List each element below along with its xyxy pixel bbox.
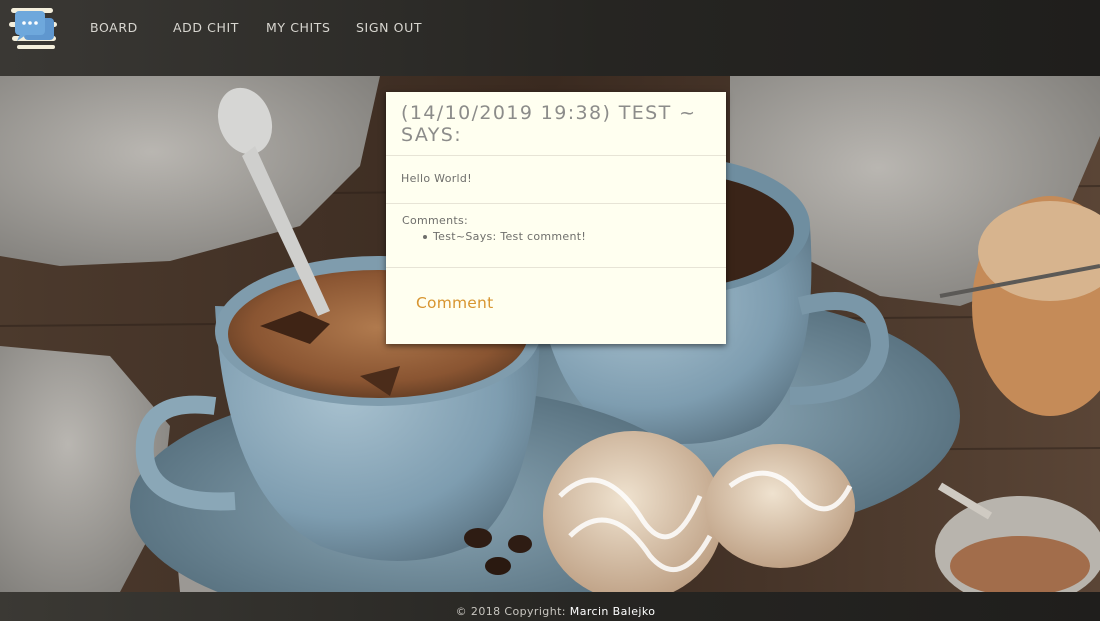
- page: BOARD ADD CHIT MY CHITS SIGN OUT (14/10/…: [0, 0, 1100, 621]
- comment-button[interactable]: Comment: [416, 294, 493, 312]
- chat-bubble-logo-icon[interactable]: [8, 4, 60, 54]
- chit-card: (14/10/2019 19:38) TEST ~ SAYS: Hello Wo…: [386, 92, 726, 344]
- chit-title: (14/10/2019 19:38) TEST ~ SAYS:: [401, 102, 697, 146]
- copyright-label: © 2018 Copyright:: [455, 605, 566, 618]
- nav-link-board[interactable]: BOARD: [90, 20, 138, 36]
- card-divider: [386, 155, 726, 156]
- footer-author: Marcin Balejko: [569, 605, 656, 618]
- nav-link-sign-out[interactable]: SIGN OUT: [356, 20, 422, 36]
- comment-list: Test~Says: Test comment!: [417, 230, 586, 244]
- card-divider: [386, 203, 726, 204]
- comment-item: Test~Says: Test comment!: [417, 230, 586, 244]
- comments-label: Comments:: [402, 214, 469, 227]
- footer: © 2018 Copyright: Marcin Balejko: [0, 592, 1100, 621]
- footer-copyright: © 2018 Copyright: Marcin Balejko: [0, 605, 1100, 618]
- card-divider: [386, 267, 726, 268]
- chit-message: Hello World!: [401, 172, 472, 185]
- top-navbar: BOARD ADD CHIT MY CHITS SIGN OUT: [0, 0, 1100, 76]
- nav-link-my-chits[interactable]: MY CHITS: [266, 20, 331, 36]
- nav-link-add-chit[interactable]: ADD CHIT: [173, 20, 239, 36]
